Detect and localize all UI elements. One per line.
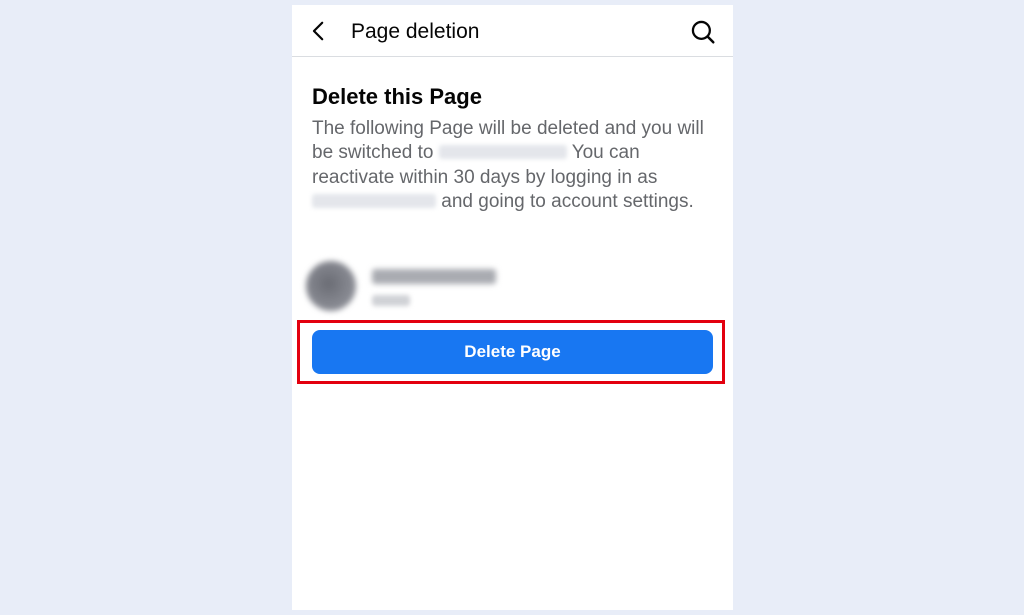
phone-screen: Page deletion Delete this Page The follo…	[292, 5, 733, 610]
search-button[interactable]	[689, 18, 717, 46]
search-icon	[691, 20, 715, 44]
redacted-account-name	[312, 193, 436, 208]
page-title: Page deletion	[351, 20, 480, 43]
deletion-description: The following Page will be deleted and y…	[312, 117, 717, 214]
redacted-page-category	[372, 295, 410, 306]
description-part-3: and going to account settings.	[441, 190, 694, 212]
page-to-delete	[306, 261, 726, 315]
section-heading: Delete this Page	[312, 84, 482, 109]
redacted-account-name	[438, 145, 567, 160]
page-avatar	[306, 261, 356, 311]
back-button[interactable]	[306, 18, 332, 44]
chevron-left-icon	[312, 21, 324, 41]
delete-page-button[interactable]: Delete Page	[312, 330, 713, 374]
top-bar: Page deletion	[292, 5, 733, 57]
redacted-page-name	[372, 269, 496, 284]
